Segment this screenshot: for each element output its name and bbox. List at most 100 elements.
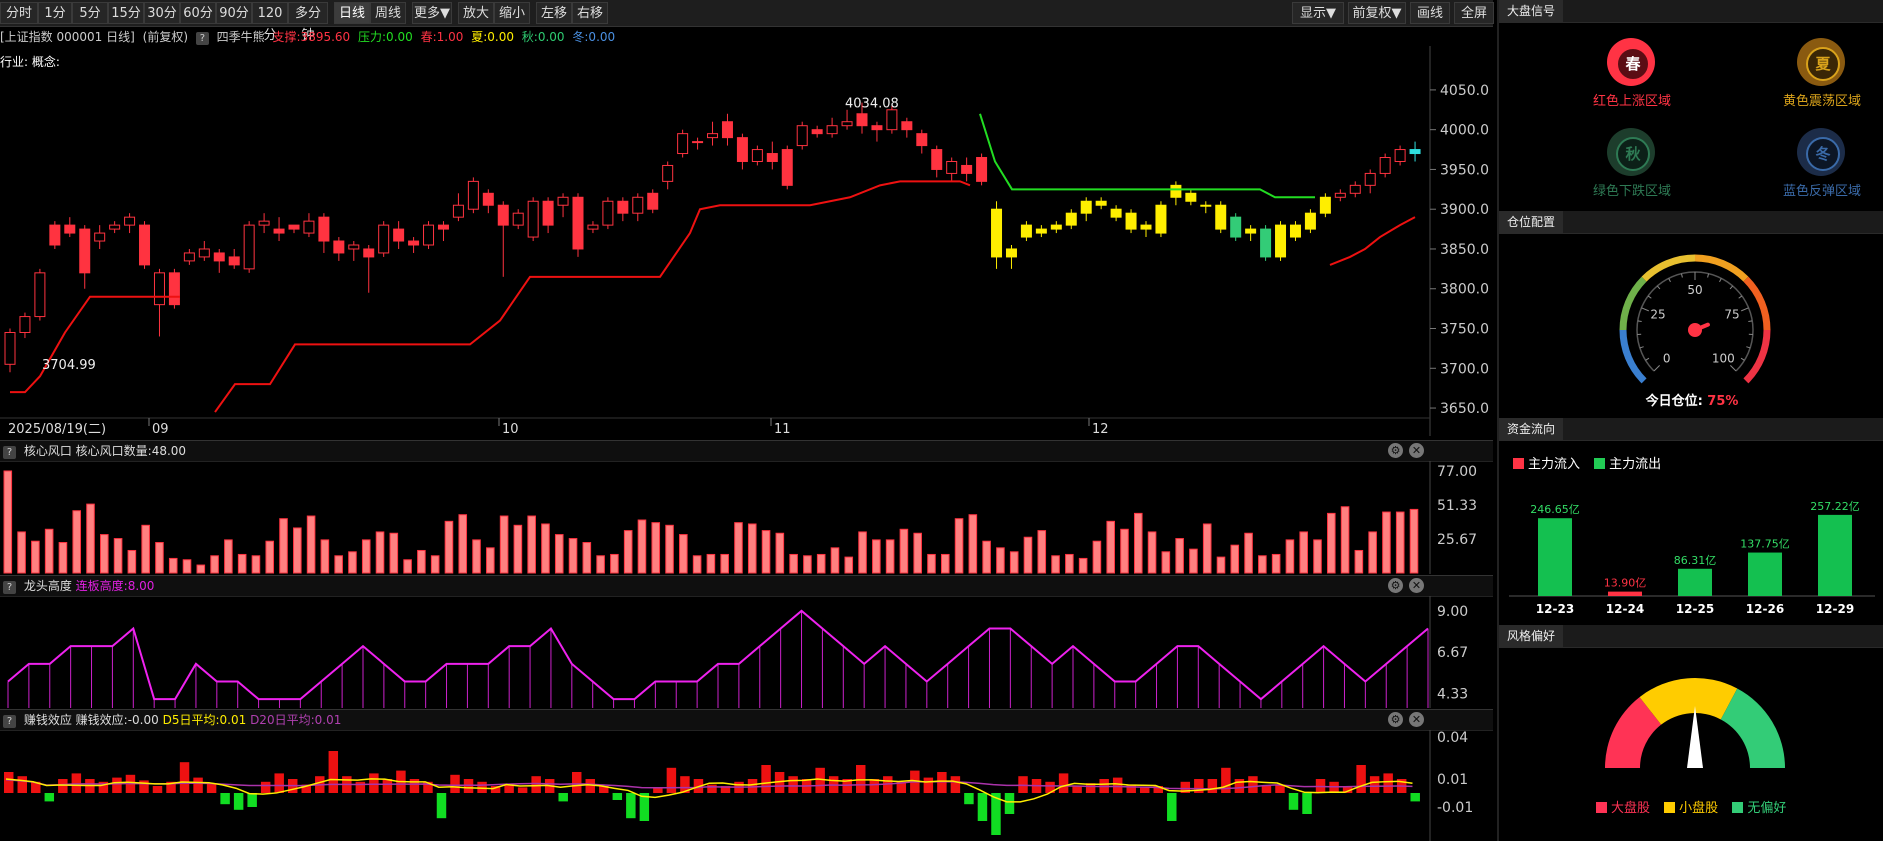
fund-bar xyxy=(1538,518,1572,596)
help-icon[interactable]: ? xyxy=(3,581,16,594)
gear-icon[interactable]: ⚙ xyxy=(1388,712,1403,727)
p1-bar xyxy=(1202,523,1212,574)
help-icon[interactable]: ? xyxy=(195,32,209,45)
p1-bar xyxy=(1230,544,1240,574)
candle xyxy=(766,141,778,170)
period-toolbar: 分时 1分 5分 15分 30分 60分 90分 120分 多分钟 日线 周线 更多▼ 放大 缩小 左移 右移… xyxy=(0,0,1494,43)
p3-bar xyxy=(355,781,366,793)
p3-bar xyxy=(1288,793,1299,810)
p1-bar xyxy=(182,559,192,574)
price-tick-label: 3950.0 xyxy=(1440,162,1489,178)
toolbar-right-button-2[interactable]: 画线 xyxy=(1410,2,1450,24)
close-icon[interactable]: ✕ xyxy=(1409,578,1424,593)
gauge-tick xyxy=(1645,357,1650,361)
p1-tick-label: 51.33 xyxy=(1437,498,1477,514)
winter-value: 冬:0.00 xyxy=(572,30,616,44)
summer-value: 夏:0.00 xyxy=(471,30,514,44)
help-icon[interactable]: ? xyxy=(3,715,16,728)
period-button-7[interactable]: 120分 xyxy=(252,2,288,43)
p1-bar xyxy=(1271,553,1281,574)
candle xyxy=(916,129,928,154)
style-gauge-needle xyxy=(1687,706,1703,768)
p1-bar xyxy=(1147,531,1157,574)
p1-bar xyxy=(803,555,812,574)
candle xyxy=(751,145,763,166)
candle xyxy=(467,177,479,214)
period-button-4[interactable]: 30分 xyxy=(144,2,180,24)
period-button-9[interactable]: 日线 xyxy=(334,2,370,24)
p1-bar xyxy=(113,538,123,574)
price-tick-label: 3750.0 xyxy=(1440,322,1489,338)
period-button-15[interactable]: 右移 xyxy=(572,2,608,24)
today-value: 75% xyxy=(1707,394,1739,409)
p3-bar xyxy=(856,765,866,793)
candlestick-chart[interactable]: 4050.0 4000.0 3950.0 3900.0 3850.0 3800.0 3750… xyxy=(0,46,1493,436)
p3-bar xyxy=(1140,787,1150,793)
candle xyxy=(378,221,390,257)
candle xyxy=(273,217,285,242)
gauge-arc-segment xyxy=(1641,254,1696,282)
gear-icon[interactable]: ⚙ xyxy=(1388,578,1403,593)
candle xyxy=(49,221,61,249)
candle xyxy=(34,268,46,321)
signal-title: 大盘信号 xyxy=(1499,0,1564,22)
p1-bar xyxy=(1037,530,1047,574)
season-icon-1: 夏 xyxy=(1797,38,1845,86)
p1-bar xyxy=(1078,557,1088,574)
period-button-11[interactable]: 更多▼ xyxy=(412,2,452,24)
fund-flow-chart: 246.65亿 12-23 13.90亿 12-24 86.31亿 12-25 137.75… xyxy=(1509,500,1875,616)
p3-bar xyxy=(71,773,82,793)
p3-bar xyxy=(260,781,271,793)
toolbar-right-button-0[interactable]: 显示▼ xyxy=(1292,2,1344,24)
toolbar-right-button-1[interactable]: 前复权▼ xyxy=(1348,2,1406,24)
period-button-1[interactable]: 1分 xyxy=(38,2,72,24)
close-icon[interactable]: ✕ xyxy=(1409,712,1424,727)
p3-bar xyxy=(1167,793,1177,821)
close-icon[interactable]: ✕ xyxy=(1409,443,1424,458)
period-button-8[interactable]: 多分钟 xyxy=(288,2,328,43)
date-label: 09 xyxy=(152,422,169,436)
help-icon[interactable]: ? xyxy=(3,446,16,459)
gauge-hub xyxy=(1688,323,1702,337)
period-button-2[interactable]: 5分 xyxy=(72,2,108,24)
fund-bar-label: 246.65亿 xyxy=(1530,503,1580,516)
fund-date-label: 12-24 xyxy=(1606,602,1644,616)
p1-bar xyxy=(706,553,716,574)
p3-bar xyxy=(1302,793,1312,814)
legend-no-preference: 无偏好 xyxy=(1747,801,1787,816)
period-button-12[interactable]: 放大 xyxy=(458,2,494,24)
security-name: [上证指数 000001 日线] xyxy=(0,30,135,44)
p1-bar xyxy=(1382,511,1391,574)
p1-bar xyxy=(1051,555,1060,574)
p1-bar xyxy=(954,518,964,574)
style-title: 风格偏好 xyxy=(1499,625,1564,647)
p1-bar xyxy=(1326,512,1336,574)
p1-bar xyxy=(1092,540,1102,574)
p3-bar xyxy=(788,776,798,793)
candle xyxy=(512,209,524,230)
period-button-0[interactable]: 分时 xyxy=(0,2,38,24)
toolbar-right-button-3[interactable]: 全屏 xyxy=(1454,2,1494,24)
p1-bar xyxy=(913,532,922,574)
period-button-14[interactable]: 左移 xyxy=(536,2,572,24)
gauge-tick xyxy=(1639,346,1644,349)
gauge-tick xyxy=(1730,365,1737,372)
period-button-10[interactable]: 周线 xyxy=(370,2,406,24)
candle xyxy=(1289,221,1301,242)
gear-icon[interactable]: ⚙ xyxy=(1388,443,1403,458)
period-button-5[interactable]: 60分 xyxy=(180,2,216,24)
period-button-6[interactable]: 90分 xyxy=(216,2,252,24)
candle xyxy=(721,113,733,146)
p1-bar xyxy=(430,555,440,574)
period-button-13[interactable]: 缩小 xyxy=(494,2,530,24)
p1-bar xyxy=(968,514,978,574)
season-label-2: 绿色下跌区域 xyxy=(1592,184,1671,199)
panel-title: 龙头高度 xyxy=(23,579,72,593)
candle xyxy=(4,328,16,373)
period-button-3[interactable]: 15分 xyxy=(108,2,144,24)
p3-bar xyxy=(274,773,284,793)
p1-bar xyxy=(554,534,564,574)
candle xyxy=(168,268,180,309)
gauge-tick xyxy=(1647,295,1652,299)
candle xyxy=(183,248,195,265)
